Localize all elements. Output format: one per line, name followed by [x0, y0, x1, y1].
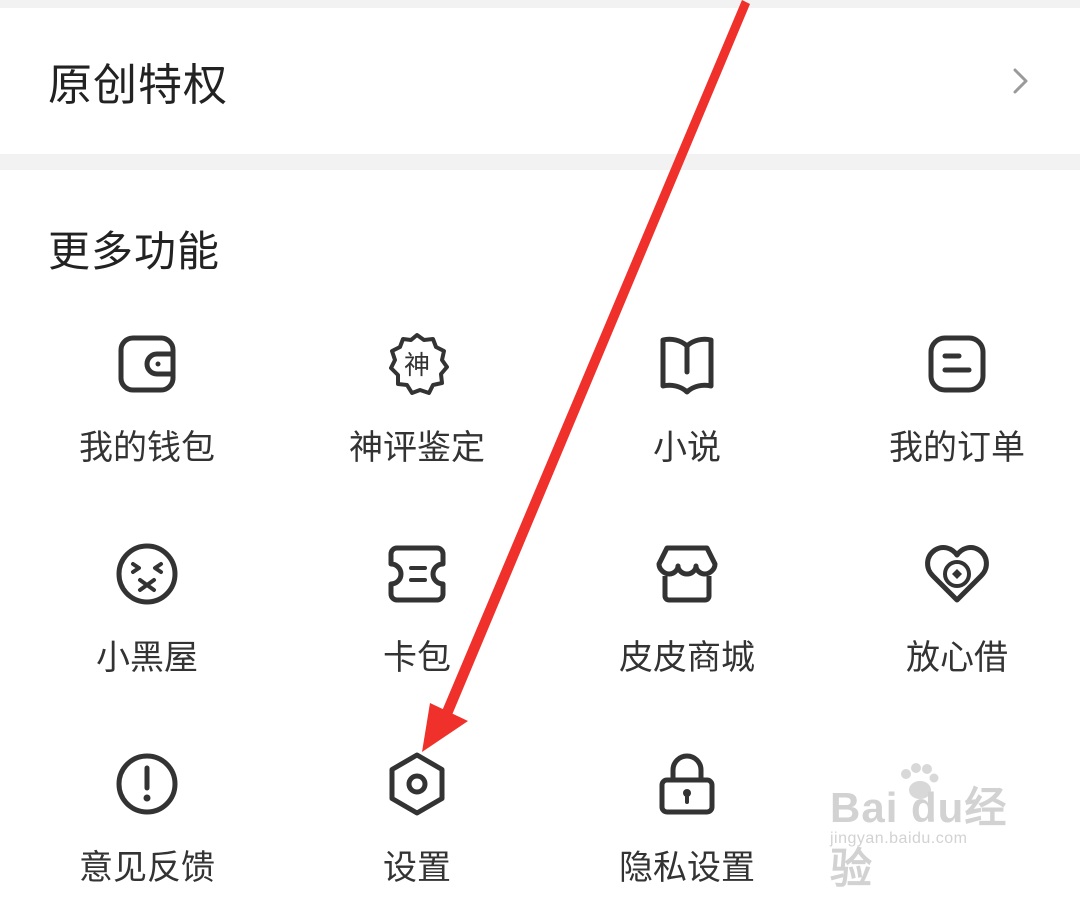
grid-item-pipi-mall[interactable]: 皮皮商城 — [552, 540, 822, 690]
grid-item-label: 我的钱包 — [79, 428, 215, 468]
grid-item-my-orders[interactable]: 我的订单 — [822, 330, 1080, 480]
paw-logo-icon — [901, 763, 939, 799]
grid-item-label: 意见反馈 — [79, 848, 215, 888]
exclamation-icon — [116, 753, 178, 815]
shen-badge-icon: 神 — [389, 333, 449, 395]
shop-icon — [656, 545, 718, 603]
original-privilege-title: 原创特权 — [48, 60, 228, 111]
grid-item-shen-review[interactable]: 神 神评鉴定 — [282, 330, 552, 480]
badge-text: 神 — [404, 351, 430, 381]
grid-item-label: 皮皮商城 — [619, 638, 755, 678]
grid-item-label: 小黑屋 — [96, 638, 198, 678]
grid-item-novel[interactable]: 小说 — [552, 330, 822, 480]
wallet-icon — [118, 335, 176, 393]
grid-item-label: 小说 — [653, 428, 721, 468]
grid-item-settings[interactable]: 设置 — [282, 750, 552, 900]
lock-icon — [659, 753, 715, 815]
chevron-right-icon — [1013, 68, 1028, 94]
watermark-url: jingyan.baidu.com — [830, 830, 968, 847]
original-privilege-row[interactable]: 原创特权 — [0, 8, 1080, 154]
section-separator — [0, 154, 1080, 170]
book-icon — [660, 336, 714, 395]
more-functions-title: 更多功能 — [48, 227, 221, 276]
watermark-brand: Bai du经验 — [830, 784, 1008, 892]
grid-item-label: 设置 — [383, 848, 451, 888]
grid-item-card-pack[interactable]: 卡包 — [282, 540, 552, 690]
grid-item-feedback[interactable]: 意见反馈 — [12, 750, 282, 900]
heart-coin-icon — [925, 545, 989, 603]
grid-item-wallet[interactable]: 我的钱包 — [12, 330, 282, 480]
grid-item-privacy-settings[interactable]: 隐私设置 — [552, 750, 822, 900]
grid-item-blackroom[interactable]: 小黑屋 — [12, 540, 282, 690]
settings-hexagon-icon — [389, 752, 445, 816]
top-separator — [0, 0, 1080, 8]
muted-face-icon — [116, 543, 178, 605]
grid-item-label: 我的订单 — [889, 428, 1025, 468]
grid-item-label: 卡包 — [383, 638, 451, 678]
grid-item-fangxinjie[interactable]: 放心借 — [822, 540, 1080, 690]
grid-item-label: 神评鉴定 — [349, 428, 485, 468]
grid-item-label: 隐私设置 — [619, 848, 755, 888]
order-icon — [928, 335, 986, 393]
grid-item-label: 放心借 — [906, 638, 1008, 678]
ticket-icon — [388, 545, 446, 603]
baidu-jingyan-watermark: Bai du经验 jingyan.baidu.com — [826, 760, 1036, 892]
